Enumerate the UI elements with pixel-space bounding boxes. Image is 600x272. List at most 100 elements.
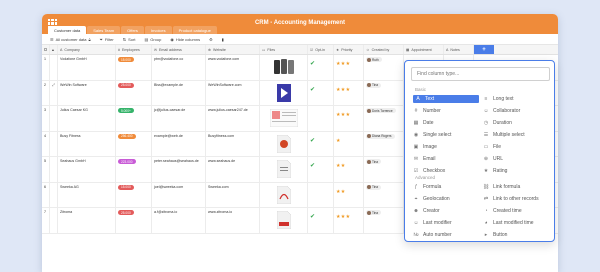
company-cell[interactable]: Sweeka AG bbox=[60, 185, 79, 189]
file-thumbnail[interactable] bbox=[276, 134, 291, 154]
file-thumbnail[interactable] bbox=[276, 83, 291, 103]
view-selector[interactable]: ☰ All customer data 🔒︎ bbox=[50, 37, 91, 42]
checkmark-icon[interactable]: ✔ bbox=[310, 214, 315, 220]
column-header-employees[interactable]: # Employees bbox=[116, 45, 152, 54]
column-type-popup: Basic AText ≡Long text #Number ☺Collaborato… bbox=[404, 60, 555, 242]
website-cell[interactable]: Sweeka.com bbox=[208, 185, 229, 189]
field-type-last-modified-time[interactable]: ◕ Last modified time bbox=[483, 219, 549, 227]
file-thumbnail[interactable] bbox=[269, 108, 298, 128]
priority-rating[interactable]: ★★★ bbox=[336, 62, 350, 67]
website-cell[interactable]: WeWinSoftware.com bbox=[208, 83, 241, 87]
group-button[interactable]: ▤ Group bbox=[144, 37, 161, 42]
website-cell[interactable]: www.julius-caesar247.de bbox=[208, 108, 248, 112]
priority-rating[interactable]: ★★★ bbox=[336, 215, 350, 220]
field-type-geolocation[interactable]: ⌖ Geolocation bbox=[413, 195, 479, 203]
email-cell[interactable]: jc@julius-caesar.de bbox=[154, 108, 185, 112]
field-type-single-select[interactable]: ◉ Single select bbox=[413, 131, 479, 139]
email-cell[interactable]: Biss@example.de bbox=[154, 83, 183, 87]
priority-rating[interactable]: ★ bbox=[336, 138, 341, 144]
field-type-file[interactable]: ▭ File bbox=[483, 143, 549, 151]
field-type-link-to-other-records[interactable]: ⇄ Link to other records bbox=[483, 195, 549, 203]
field-type-rating[interactable]: ★ Rating bbox=[483, 167, 549, 175]
field-type-checkbox[interactable]: ☑ Checkbox bbox=[413, 167, 479, 175]
priority-rating[interactable]: ★★★ bbox=[336, 87, 350, 93]
toolbar: ☰ All customer data 🔒︎ ⏷ Filter ⇅ Sort ▤… bbox=[42, 34, 558, 45]
field-type-text[interactable]: A Text bbox=[413, 95, 479, 103]
field-type-created-time[interactable]: ◔ Created time bbox=[483, 207, 549, 215]
email-cell[interactable]: a.f@zitroma.io bbox=[154, 210, 177, 214]
file-thumbnail[interactable] bbox=[273, 58, 295, 77]
select-all-checkbox[interactable] bbox=[42, 45, 50, 54]
company-cell[interactable]: Vodafone GmbH bbox=[60, 57, 87, 61]
company-cell[interactable]: Busy Fitness bbox=[60, 134, 81, 138]
website-cell[interactable]: www.zitroma.io bbox=[208, 210, 232, 214]
field-type-duration[interactable]: ◷ Duration bbox=[483, 119, 549, 127]
field-type-last-modifier[interactable]: ☺ Last modifier bbox=[413, 219, 479, 227]
field-type-email[interactable]: ✉ Email bbox=[413, 155, 479, 163]
email-cell[interactable]: peter.seahaus@seahaus.de bbox=[154, 159, 199, 163]
tab-offers[interactable]: Offers bbox=[121, 26, 144, 34]
checkmark-icon[interactable]: ✔ bbox=[310, 87, 315, 93]
tab-product-catalogue[interactable]: Product catalogue bbox=[172, 26, 217, 34]
field-type-collaborator[interactable]: ☺ Collaborator bbox=[483, 107, 549, 115]
more-button[interactable]: ▮ bbox=[222, 37, 224, 42]
field-type-url[interactable]: ⊕ URL bbox=[483, 155, 549, 163]
website-cell[interactable]: www.seahaus.de bbox=[208, 159, 235, 163]
column-type-search-input[interactable] bbox=[411, 67, 550, 81]
column-header-created-by[interactable]: ☺ Created by bbox=[364, 45, 404, 54]
settings-button[interactable]: ⚙ bbox=[209, 37, 213, 42]
company-cell[interactable]: Zitroma bbox=[60, 210, 72, 214]
column-header-priority[interactable]: ★ Priority bbox=[334, 45, 364, 54]
field-type-image[interactable]: ▣ Image bbox=[413, 143, 479, 151]
field-type-date[interactable]: ▦ Date bbox=[413, 119, 479, 127]
email-cell[interactable]: joel@sweeka.com bbox=[154, 185, 183, 189]
website-cell[interactable]: www.vodafone.com bbox=[208, 57, 239, 61]
priority-rating[interactable]: ★★★ bbox=[336, 113, 350, 118]
column-header-files[interactable]: ▭ Files bbox=[260, 45, 308, 54]
company-cell[interactable]: Seahaus GmbH bbox=[60, 159, 86, 163]
field-type-creator[interactable]: ☻ Creator bbox=[413, 207, 479, 215]
geolocation-icon: ⌖ bbox=[414, 196, 418, 202]
tab-sales-team[interactable]: Sales Team bbox=[87, 26, 121, 34]
company-cell[interactable]: WeWin Software bbox=[60, 83, 87, 87]
email-cell[interactable]: example@web.de bbox=[154, 134, 183, 138]
column-header-email[interactable]: ✉ Email address bbox=[152, 45, 206, 54]
field-type-long-text[interactable]: ≡ Long text bbox=[483, 95, 549, 103]
file-thumbnail[interactable] bbox=[276, 210, 291, 230]
multiple-select-icon: ☰ bbox=[483, 132, 489, 138]
table-header: 🔒︎ A Company # Employees ✉ Email address ⊕ W… bbox=[42, 45, 558, 55]
number-icon: # bbox=[414, 108, 418, 114]
field-type-button[interactable]: ▸ Button bbox=[483, 231, 549, 239]
sort-button[interactable]: ⇅ Sort bbox=[123, 37, 136, 42]
column-header-appointment[interactable]: ▦ Appointment bbox=[404, 45, 444, 54]
column-header-website[interactable]: ⊕ Website bbox=[206, 45, 260, 54]
email-cell[interactable]: ptm@vodafone.co bbox=[154, 57, 183, 61]
field-type-multiple-select[interactable]: ☰ Multiple select bbox=[483, 131, 549, 139]
priority-rating[interactable]: ★★ bbox=[336, 189, 346, 195]
file-thumbnail[interactable] bbox=[276, 185, 291, 205]
row-number: 5 bbox=[44, 159, 46, 163]
tab-invoices[interactable]: Invoices bbox=[144, 26, 172, 34]
company-cell[interactable]: Julius Caesar KG bbox=[60, 108, 88, 112]
file-thumbnail[interactable] bbox=[276, 159, 291, 179]
column-header-notes[interactable]: A Notes bbox=[444, 45, 474, 54]
column-header-company[interactable]: A Company bbox=[58, 45, 116, 54]
hide-columns-button[interactable]: ◉ Hide columns bbox=[170, 37, 200, 42]
created-time-icon: ◔ bbox=[484, 208, 488, 214]
column-header-optin[interactable]: ☑ Opt-in bbox=[308, 45, 334, 54]
field-type-formula[interactable]: ƒ Formula bbox=[413, 183, 479, 191]
plus-icon: + bbox=[482, 46, 486, 53]
filter-button[interactable]: ⏷ Filter bbox=[100, 37, 114, 42]
add-column-button[interactable]: + bbox=[474, 45, 494, 54]
checkmark-icon[interactable]: ✔ bbox=[310, 138, 315, 144]
field-type-number[interactable]: # Number bbox=[413, 107, 479, 115]
priority-rating[interactable]: ★★ bbox=[336, 164, 346, 169]
website-cell[interactable]: Busyfitness.com bbox=[208, 134, 234, 138]
checkmark-icon[interactable]: ✔ bbox=[310, 163, 315, 169]
field-type-auto-number[interactable]: № Auto number bbox=[413, 231, 479, 239]
checkmark-icon[interactable]: ✔ bbox=[310, 61, 315, 67]
expand-row-icon[interactable]: ⤢ bbox=[52, 83, 55, 87]
tab-customer-data[interactable]: Customer data bbox=[48, 26, 87, 34]
field-type-link-formula[interactable]: ⛓ Link formula bbox=[483, 183, 549, 191]
employees-badge: 25.000 bbox=[118, 210, 134, 215]
